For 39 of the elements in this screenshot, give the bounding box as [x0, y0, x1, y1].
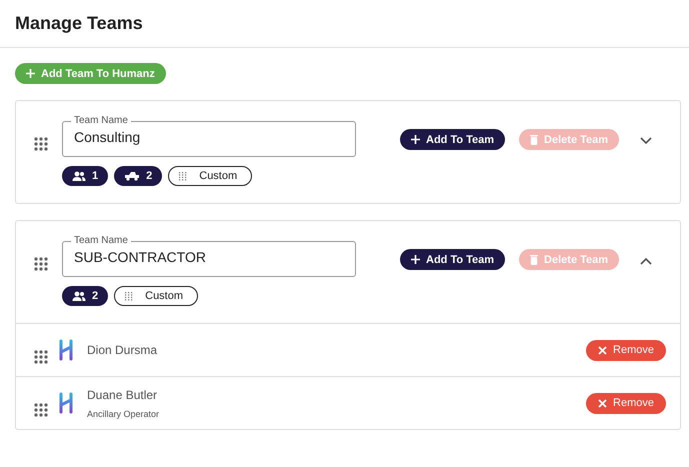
close-icon [598, 346, 608, 354]
people-count-chip: 2 [62, 286, 108, 306]
avatar-icon [58, 339, 74, 361]
drag-handle-icon[interactable] [34, 350, 48, 364]
member-name: Dion Dursma [87, 343, 158, 357]
remove-button[interactable]: Remove [586, 392, 666, 414]
grid-icon [125, 292, 134, 300]
drag-handle-icon[interactable] [34, 137, 48, 151]
people-icon [72, 171, 86, 181]
team-name-field[interactable]: Team Name Consulting [62, 115, 356, 157]
page-title: Manage Teams [15, 13, 143, 34]
people-count-chip: 1 [62, 166, 108, 186]
chevron-icon[interactable] [640, 137, 652, 145]
custom-chip[interactable]: Custom [114, 286, 198, 306]
remove-button[interactable]: Remove [586, 340, 666, 360]
field-label: Team Name [73, 115, 129, 127]
plus-icon [411, 135, 420, 144]
custom-chip[interactable]: Custom [168, 166, 252, 186]
add-to-team-button[interactable]: Add To Team [400, 129, 506, 150]
avatar-icon [58, 392, 74, 414]
plus-icon [411, 255, 420, 264]
member-role: Ancillary Operator [87, 408, 160, 418]
field-label: Team Name [73, 235, 129, 247]
add-to-team-button[interactable]: Add To Team [400, 249, 506, 270]
vehicle-count-chip: 2 [114, 166, 162, 186]
car-icon [124, 171, 140, 181]
close-icon [598, 398, 608, 408]
team-name-field[interactable]: Team Name SUB-CONTRACTOR [62, 235, 356, 277]
people-icon [72, 291, 86, 301]
plus-icon [26, 69, 35, 78]
drag-handle-icon[interactable] [34, 257, 48, 271]
trash-icon [530, 254, 538, 264]
trash-icon [530, 134, 538, 144]
team-name-input[interactable]: SUB-CONTRACTOR [74, 249, 344, 265]
team-name-input[interactable]: Consulting [74, 129, 344, 145]
member-name: Duane Butler [87, 388, 158, 402]
drag-handle-icon[interactable] [34, 403, 48, 417]
grid-icon [179, 172, 188, 180]
chevron-icon[interactable] [640, 257, 652, 265]
